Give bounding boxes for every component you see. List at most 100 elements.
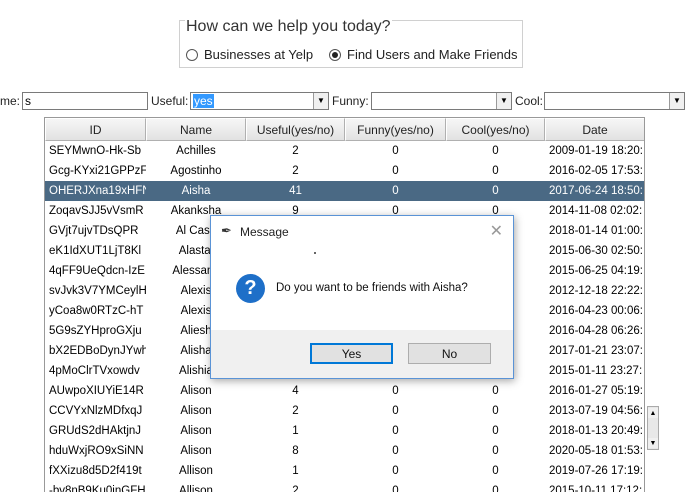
table-row[interactable]: SEYMwnO-Hk-Sb Achilles 2 0 0 2009-01-19 18:20… <box>45 141 644 161</box>
cell-id: hduWxjRO9xSiNN <box>49 445 144 457</box>
cell-id: svJvk3V7YMCeylH <box>49 285 146 297</box>
cool-combobox[interactable]: ▼ <box>544 92 685 110</box>
cell-id: Gcg-KYxi21GPPzF <box>49 165 146 177</box>
cell-id: GVjt7ujvTDsQPR <box>49 225 139 237</box>
vertical-scrollbar[interactable]: ▲ ▼ <box>647 406 659 450</box>
column-header-name[interactable]: Name <box>146 118 246 141</box>
scroll-up-icon[interactable]: ▲ <box>648 408 658 418</box>
cell-id: 4qFF9UeQdcn-IzE <box>49 265 145 277</box>
cell-date: 2012-12-18 22:22: <box>549 285 643 297</box>
cell-date: 2016-01-27 05:19: <box>549 385 643 397</box>
radio-businesses[interactable]: Businesses at Yelp <box>186 47 313 62</box>
cell-funny: 0 <box>392 165 399 177</box>
radio-icon[interactable] <box>329 48 341 61</box>
cell-name: Achilles <box>176 145 216 157</box>
radio-find-users-label: Find Users and Make Friends <box>347 47 518 62</box>
chevron-down-icon[interactable]: ▼ <box>313 93 328 109</box>
name-filter-input[interactable]: s <box>22 92 148 110</box>
cell-date: 2016-04-23 00:06: <box>549 305 643 317</box>
help-group-title: How can we help you today? <box>185 18 392 36</box>
cell-date: 2009-01-19 18:20: <box>549 145 643 157</box>
cell-cool: 0 <box>492 445 499 457</box>
dialog-title: Message <box>240 225 289 239</box>
cell-useful: 2 <box>292 485 299 492</box>
cell-id: SEYMwnO-Hk-Sb <box>49 145 142 157</box>
cell-date: 2016-04-28 06:26: <box>549 325 643 337</box>
table-row[interactable]: -bv8nB9Ku0inGFH Allison 2 0 0 2015-10-11 17:1… <box>45 481 644 492</box>
column-header-useful[interactable]: Useful(yes/no) <box>246 118 345 141</box>
useful-combobox-value: yes <box>193 94 214 108</box>
cell-date: 2015-10-11 17:12: <box>549 485 643 492</box>
table-header: ID Name Useful(yes/no) Funny(yes/no) Coo… <box>45 118 644 141</box>
cell-id: -bv8nB9Ku0inGFH <box>49 485 146 492</box>
cell-cool: 0 <box>492 385 499 397</box>
chevron-down-icon[interactable]: ▼ <box>669 93 684 109</box>
chevron-down-icon[interactable]: ▼ <box>496 93 511 109</box>
cell-name: Allison <box>179 465 213 477</box>
dialog-message: Do you want to be friends with Aisha? <box>276 282 468 294</box>
table-row[interactable]: OHERJXna19xHFN Aisha 41 0 0 2017-06-24 18:50: <box>45 181 644 201</box>
cell-id: yCoa8w0RTzC-hT <box>49 305 144 317</box>
name-filter-value: s <box>25 94 31 108</box>
scroll-down-icon[interactable]: ▼ <box>648 438 658 448</box>
table-row[interactable]: CCVYxNlzMDfxqJ Alison 2 0 0 2013-07-19 04:56: <box>45 401 644 421</box>
cell-id: CCVYxNlzMDfxqJ <box>49 405 143 417</box>
cell-date: 2017-01-21 23:07: <box>549 345 643 357</box>
cell-name: Alison <box>180 425 212 437</box>
cell-cool: 0 <box>492 485 499 492</box>
table-row[interactable]: Gcg-KYxi21GPPzF Agostinho 2 0 0 2016-02-05 17… <box>45 161 644 181</box>
radio-businesses-label: Businesses at Yelp <box>204 47 314 62</box>
column-header-date[interactable]: Date <box>545 118 644 141</box>
cell-cool: 0 <box>492 405 499 417</box>
close-icon[interactable]: ✕ <box>490 221 503 241</box>
cell-useful: 2 <box>292 145 299 157</box>
cell-name: Allison <box>179 485 213 492</box>
cell-id: bX2EDBoDynJYwh <box>49 345 146 357</box>
column-header-funny[interactable]: Funny(yes/no) <box>345 118 446 141</box>
table-row[interactable]: GRUdS2dHAktjnJ Alison 1 0 0 2018-01-13 20:49: <box>45 421 644 441</box>
column-header-cool[interactable]: Cool(yes/no) <box>446 118 545 141</box>
cell-useful: 2 <box>292 165 299 177</box>
dialog-dot <box>314 252 316 254</box>
cell-funny: 0 <box>392 425 399 437</box>
cell-date: 2017-06-24 18:50: <box>549 185 643 197</box>
cell-id: OHERJXna19xHFN <box>49 185 146 197</box>
radio-find-users[interactable]: Find Users and Make Friends <box>329 47 518 62</box>
cell-name: Alison <box>180 445 212 457</box>
cell-funny: 0 <box>392 405 399 417</box>
message-dialog: ✒ Message ✕ ? Do you want to be friends … <box>210 215 514 379</box>
table-row[interactable]: hduWxjRO9xSiNN Alison 8 0 0 2020-05-18 01:53: <box>45 441 644 461</box>
funny-filter-label: Funny: <box>332 94 369 108</box>
cell-name: Alison <box>180 405 212 417</box>
cell-funny: 0 <box>392 145 399 157</box>
cell-cool: 0 <box>492 185 499 197</box>
column-header-id[interactable]: ID <box>45 118 146 141</box>
cell-funny: 0 <box>392 485 399 492</box>
help-group: How can we help you today? Businesses at… <box>179 18 523 68</box>
yes-button[interactable]: Yes <box>310 343 393 364</box>
cell-id: ZoqavSJJ5vVsmR <box>49 205 144 217</box>
cell-useful: 1 <box>292 465 299 477</box>
cell-name: Agostinho <box>170 165 222 177</box>
cell-date: 2020-05-18 01:53: <box>549 445 643 457</box>
table-row[interactable]: AUwpoXIUYiE14R Alison 4 0 0 2016-01-27 05:19: <box>45 381 644 401</box>
cell-date: 2018-01-14 01:00: <box>549 225 643 237</box>
cell-date: 2016-02-05 17:53: <box>549 165 643 177</box>
radio-icon[interactable] <box>186 48 198 61</box>
name-filter-label: me: <box>0 94 21 108</box>
cell-useful: 1 <box>292 425 299 437</box>
cell-date: 2014-11-08 02:02: <box>549 205 643 217</box>
no-button[interactable]: No <box>408 343 491 364</box>
cell-id: fXXizu8d5D2f419t <box>49 465 142 477</box>
cell-date: 2019-07-26 17:19: <box>549 465 643 477</box>
cell-cool: 0 <box>492 145 499 157</box>
funny-combobox[interactable]: ▼ <box>371 92 512 110</box>
cell-useful: 2 <box>292 405 299 417</box>
cell-cool: 0 <box>492 165 499 177</box>
cell-id: 5G9sZYHproGXju <box>49 325 142 337</box>
cell-date: 2013-07-19 04:56: <box>549 405 643 417</box>
cell-id: eK1IdXUT1LjT8Kl <box>49 245 142 257</box>
cell-id: 4pMoClrTVxowdv <box>49 365 140 377</box>
useful-combobox[interactable]: yes ▼ <box>190 92 329 110</box>
table-row[interactable]: fXXizu8d5D2f419t Allison 1 0 0 2019-07-26 17:… <box>45 461 644 481</box>
